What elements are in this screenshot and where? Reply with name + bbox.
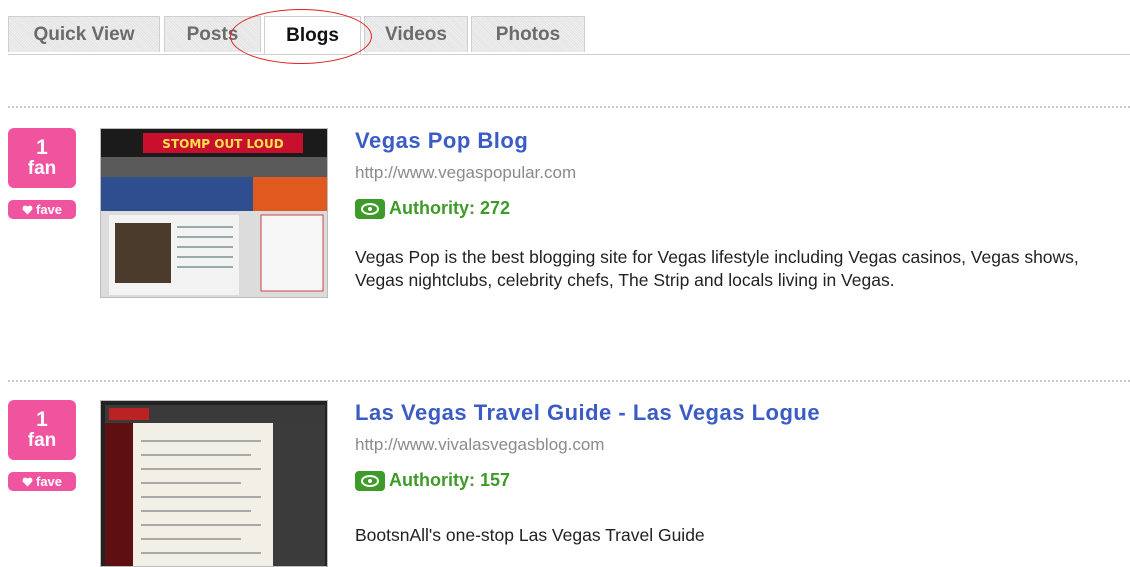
- tab-quick-view[interactable]: Quick View: [8, 16, 160, 52]
- blog-description: Vegas Pop is the best blogging site for …: [355, 247, 1079, 290]
- thumb-banner-text: STOMP OUT LOUD: [162, 137, 283, 151]
- fan-unit-label: fan: [27, 430, 57, 452]
- fan-count-badge: 1 fan: [8, 128, 76, 188]
- authority-eye-icon: [355, 198, 385, 219]
- fave-button[interactable]: fave: [8, 472, 76, 491]
- fan-count: 1: [36, 408, 48, 431]
- entry-divider: [8, 106, 1130, 108]
- authority-score: Authority: 157: [355, 470, 510, 491]
- fan-count-badge: 1 fan: [8, 400, 76, 460]
- blog-title-link[interactable]: Vegas Pop Blog: [355, 128, 528, 154]
- tab-blogs[interactable]: Blogs: [264, 16, 361, 54]
- tab-bar: Quick View Posts Blogs Videos Photos: [8, 16, 1130, 55]
- fave-label: fave: [35, 202, 63, 217]
- blog-title-link[interactable]: Las Vegas Travel Guide - Las Vegas Logue: [355, 400, 820, 426]
- authority-label: Authority: 272: [389, 198, 511, 218]
- authority-score: Authority: 272: [355, 198, 510, 219]
- fave-button[interactable]: fave: [8, 200, 76, 219]
- tab-videos[interactable]: Videos: [364, 16, 468, 52]
- entry-divider: [8, 380, 1130, 382]
- authority-label: Authority: 157: [389, 470, 511, 490]
- fan-count: 1: [36, 136, 48, 159]
- blog-url: http://www.vivalasvegasblog.com: [355, 435, 605, 454]
- screenshot-thumbnail-image: STOMP OUT LOUD: [101, 129, 327, 297]
- screenshot-thumbnail-image: [101, 401, 327, 566]
- blog-description: BootsnAll's one-stop Las Vegas Travel Gu…: [355, 525, 705, 545]
- heart-icon: [22, 205, 33, 215]
- fave-label: fave: [35, 474, 63, 489]
- tab-photos[interactable]: Photos: [471, 16, 585, 52]
- authority-eye-icon: [355, 470, 385, 491]
- blog-thumbnail[interactable]: STOMP OUT LOUD: [100, 128, 328, 298]
- blog-thumbnail[interactable]: [100, 400, 328, 567]
- blog-url: http://www.vegaspopular.com: [355, 163, 577, 182]
- fan-unit-label: fan: [27, 158, 57, 180]
- tab-posts[interactable]: Posts: [164, 16, 261, 52]
- heart-icon: [22, 477, 33, 487]
